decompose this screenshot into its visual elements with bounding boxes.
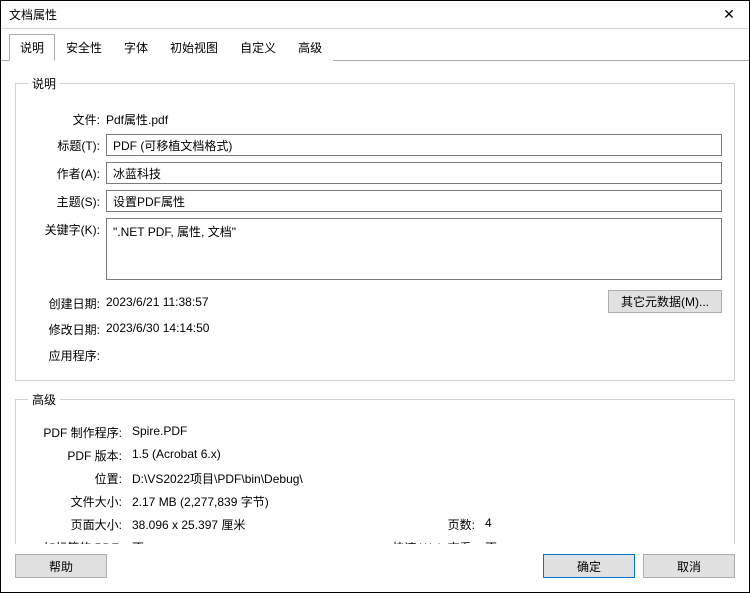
row-subject: 主题(S): [28,190,722,212]
pagesize-label: 页面大小: [28,516,132,533]
tab-fonts[interactable]: 字体 [113,34,159,61]
tab-label: 字体 [124,41,148,55]
row-version: PDF 版本: 1.5 (Acrobat 6.x) [28,447,722,464]
additional-metadata-button[interactable]: 其它元数据(M)... [608,290,722,313]
author-label: 作者(A): [28,162,106,182]
version-value: 1.5 (Acrobat 6.x) [132,447,722,464]
version-label: PDF 版本: [28,447,132,464]
tab-security[interactable]: 安全性 [55,34,113,61]
dialog-footer: 帮助 确定 取消 [1,544,749,592]
application-value [106,344,608,347]
tab-label: 自定义 [240,41,276,55]
subject-label: 主题(S): [28,190,106,210]
cancel-button[interactable]: 取消 [643,554,735,578]
location-label: 位置: [28,470,132,487]
application-label: 应用程序: [28,344,106,364]
titlebar: 文档属性 ✕ [1,1,749,29]
tab-label: 安全性 [66,41,102,55]
producer-label: PDF 制作程序: [28,424,132,441]
row-filesize: 文件大小: 2.17 MB (2,277,839 字节) [28,493,722,510]
row-producer: PDF 制作程序: Spire.PDF [28,424,722,441]
location-value: D:\VS2022项目\PDF\bin\Debug\ [132,470,722,487]
group-advanced: 高级 PDF 制作程序: Spire.PDF PDF 版本: 1.5 (Acro… [15,391,735,544]
tab-strip: 说明 安全性 字体 初始视图 自定义 高级 [1,29,749,61]
group-advanced-legend: 高级 [28,391,60,408]
created-label: 创建日期: [28,292,106,312]
tab-custom[interactable]: 自定义 [229,34,287,61]
tab-initial-view[interactable]: 初始视图 [159,34,229,61]
close-button[interactable]: ✕ [709,1,749,29]
pagecount-label: 页数: [375,516,485,533]
author-input[interactable] [106,162,722,184]
row-pagesize-pagecount: 页面大小: 38.096 x 25.397 厘米 页数: 4 [28,516,722,533]
tab-label: 初始视图 [170,41,218,55]
keywords-input[interactable]: ".NET PDF, 属性, 文档" [106,218,722,280]
tab-label: 说明 [20,41,44,55]
close-icon: ✕ [723,6,735,23]
row-created: 创建日期: 2023/6/21 11:38:57 [28,292,608,312]
row-title: 标题(T): [28,134,722,156]
title-label: 标题(T): [28,134,106,154]
producer-value: Spire.PDF [132,424,722,441]
filesize-value: 2.17 MB (2,277,839 字节) [132,493,722,510]
created-value: 2023/6/21 11:38:57 [106,292,608,309]
modified-value: 2023/6/30 14:14:50 [106,318,608,335]
window-title: 文档属性 [9,6,57,23]
group-description-legend: 说明 [28,75,60,92]
group-description: 说明 文件: Pdf属性.pdf 标题(T): 作者(A): 主题(S): 关键… [15,75,735,381]
row-keywords: 关键字(K): ".NET PDF, 属性, 文档" [28,218,722,280]
row-modified: 修改日期: 2023/6/30 14:14:50 [28,318,608,338]
pagecount-value: 4 [485,516,492,533]
row-location: 位置: D:\VS2022项目\PDF\bin\Debug\ [28,470,722,487]
row-application: 应用程序: [28,344,608,364]
tab-panel-description: 说明 文件: Pdf属性.pdf 标题(T): 作者(A): 主题(S): 关键… [1,61,749,544]
tab-label: 高级 [298,41,322,55]
tab-advanced[interactable]: 高级 [287,34,333,61]
file-label: 文件: [28,108,106,128]
subject-input[interactable] [106,190,722,212]
filesize-label: 文件大小: [28,493,132,510]
tab-description[interactable]: 说明 [9,34,55,61]
file-value: Pdf属性.pdf [106,108,722,128]
title-input[interactable] [106,134,722,156]
modified-label: 修改日期: [28,318,106,338]
row-file: 文件: Pdf属性.pdf [28,108,722,128]
pagesize-value: 38.096 x 25.397 厘米 [132,516,375,533]
keywords-label: 关键字(K): [28,218,106,238]
ok-button[interactable]: 确定 [543,554,635,578]
help-button[interactable]: 帮助 [15,554,107,578]
row-author: 作者(A): [28,162,722,184]
